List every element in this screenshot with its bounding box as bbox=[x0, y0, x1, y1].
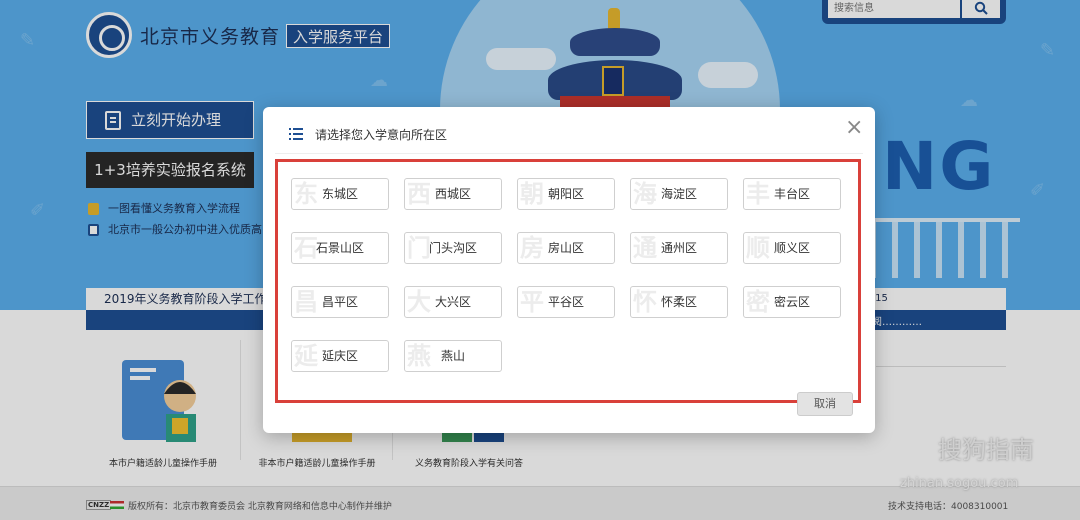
district-button[interactable]: 海海淀区 bbox=[630, 178, 728, 210]
district-button[interactable]: 昌昌平区 bbox=[291, 286, 389, 318]
district-ghost-char: 朝 bbox=[520, 180, 544, 208]
district-button[interactable]: 西西城区 bbox=[404, 178, 502, 210]
district-ghost-char: 顺 bbox=[746, 234, 770, 262]
district-button[interactable]: 东东城区 bbox=[291, 178, 389, 210]
district-label: 顺义区 bbox=[773, 241, 810, 255]
district-label: 西城区 bbox=[434, 187, 471, 201]
district-ghost-char: 房 bbox=[520, 234, 544, 262]
district-button[interactable]: 延延庆区 bbox=[291, 340, 389, 372]
district-button[interactable]: 顺顺义区 bbox=[743, 232, 841, 264]
district-button[interactable]: 密密云区 bbox=[743, 286, 841, 318]
close-icon[interactable]: × bbox=[845, 117, 863, 139]
district-label: 朝阳区 bbox=[547, 187, 584, 201]
district-ghost-char: 海 bbox=[633, 180, 657, 208]
district-label: 怀柔区 bbox=[660, 295, 697, 309]
divider bbox=[275, 153, 863, 154]
district-label: 密云区 bbox=[773, 295, 810, 309]
district-ghost-char: 燕 bbox=[407, 342, 431, 370]
district-ghost-char: 大 bbox=[407, 288, 431, 316]
district-button[interactable]: 平平谷区 bbox=[517, 286, 615, 318]
district-button[interactable]: 朝朝阳区 bbox=[517, 178, 615, 210]
district-ghost-char: 东 bbox=[294, 180, 318, 208]
district-label: 大兴区 bbox=[434, 295, 471, 309]
district-label: 石景山区 bbox=[315, 241, 364, 255]
district-button[interactable]: 大大兴区 bbox=[404, 286, 502, 318]
district-ghost-char: 昌 bbox=[294, 288, 318, 316]
district-ghost-char: 怀 bbox=[633, 288, 657, 316]
district-button[interactable]: 丰丰台区 bbox=[743, 178, 841, 210]
district-button[interactable]: 怀怀柔区 bbox=[630, 286, 728, 318]
district-label: 延庆区 bbox=[321, 349, 358, 363]
district-label: 昌平区 bbox=[321, 295, 358, 309]
district-ghost-char: 密 bbox=[746, 288, 770, 316]
district-ghost-char: 平 bbox=[520, 288, 544, 316]
district-label: 东城区 bbox=[321, 187, 358, 201]
cancel-button[interactable]: 取消 bbox=[797, 392, 853, 416]
district-ghost-char: 石 bbox=[294, 234, 318, 262]
district-ghost-char: 西 bbox=[407, 180, 431, 208]
list-icon bbox=[289, 128, 303, 140]
district-button[interactable]: 通通州区 bbox=[630, 232, 728, 264]
district-ghost-char: 丰 bbox=[746, 180, 770, 208]
district-label: 通州区 bbox=[660, 241, 697, 255]
district-select-dialog: 请选择您入学意向所在区 × 东东城区西西城区朝朝阳区海海淀区丰丰台区石石景山区门… bbox=[263, 107, 875, 433]
district-button[interactable]: 门门头沟区 bbox=[404, 232, 502, 264]
district-ghost-char: 通 bbox=[633, 234, 657, 262]
district-button[interactable]: 燕燕山 bbox=[404, 340, 502, 372]
district-label: 门头沟区 bbox=[428, 241, 477, 255]
district-label: 燕山 bbox=[440, 349, 465, 363]
district-button[interactable]: 石石景山区 bbox=[291, 232, 389, 264]
district-label: 房山区 bbox=[547, 241, 584, 255]
district-ghost-char: 门 bbox=[407, 234, 431, 262]
dialog-title: 请选择您入学意向所在区 bbox=[315, 128, 448, 142]
district-button[interactable]: 房房山区 bbox=[517, 232, 615, 264]
district-label: 海淀区 bbox=[660, 187, 697, 201]
district-ghost-char: 延 bbox=[294, 342, 318, 370]
district-label: 丰台区 bbox=[773, 187, 810, 201]
district-label: 平谷区 bbox=[547, 295, 584, 309]
